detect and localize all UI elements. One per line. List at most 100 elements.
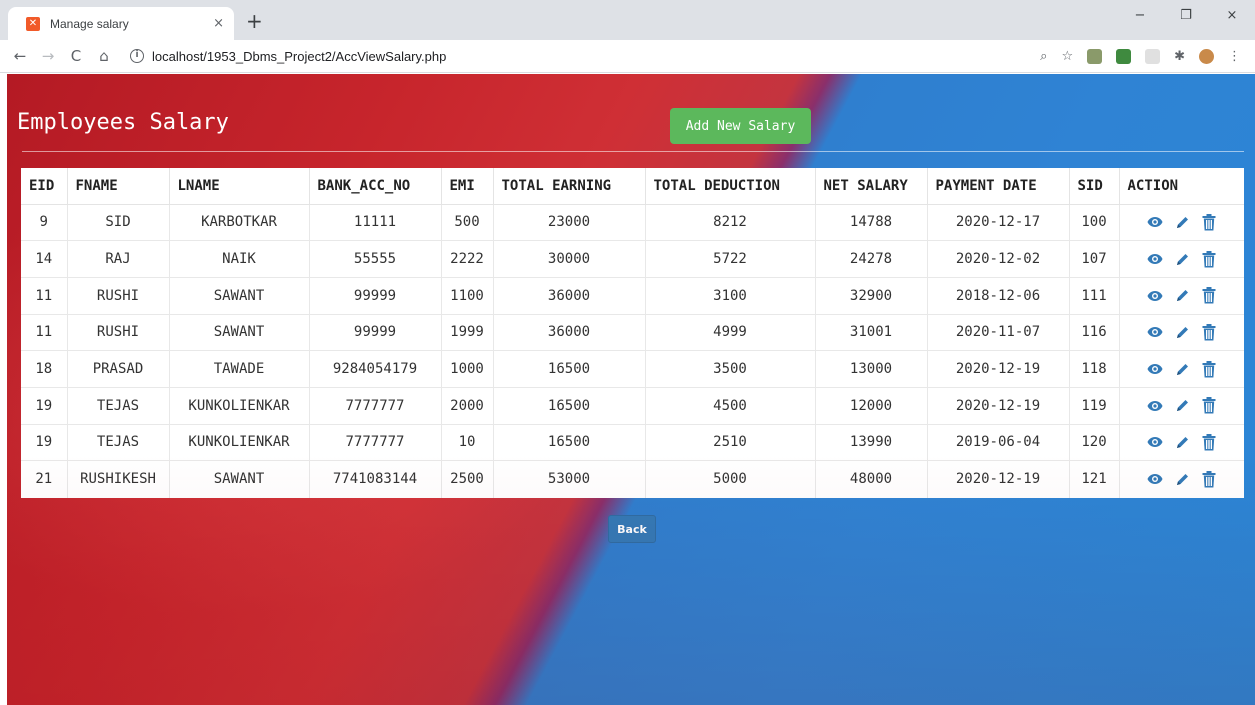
- delete-trash-icon[interactable]: [1202, 250, 1216, 268]
- table-cell: 11: [21, 276, 68, 315]
- table-cell: 2000: [441, 386, 494, 425]
- table-cell: 16500: [493, 423, 646, 461]
- edit-pencil-icon[interactable]: [1175, 215, 1190, 230]
- table-cell: 2020-12-17: [927, 203, 1070, 241]
- tab-title: Manage salary: [50, 16, 129, 31]
- table-cell: 48000: [815, 460, 928, 498]
- add-new-salary-button[interactable]: Add New Salary: [670, 108, 811, 144]
- table-cell: 1100: [441, 276, 494, 315]
- edit-pencil-icon[interactable]: [1175, 288, 1190, 303]
- table-cell: 9284054179: [309, 350, 442, 388]
- view-eye-icon[interactable]: [1147, 326, 1163, 338]
- table-cell: 13000: [815, 350, 928, 388]
- view-eye-icon[interactable]: [1147, 436, 1163, 448]
- divider: [22, 151, 1244, 152]
- page-title: Employees Salary: [17, 110, 229, 135]
- table-row: 21 RUSHIKESH SAWANT 7741083144 2500 53000 5000…: [21, 460, 1244, 498]
- edit-pencil-icon[interactable]: [1175, 252, 1190, 267]
- column-header: EMI: [441, 168, 494, 205]
- table-cell: 18: [21, 350, 68, 388]
- table-cell: 116: [1069, 313, 1120, 351]
- delete-trash-icon[interactable]: [1202, 360, 1216, 378]
- delete-trash-icon[interactable]: [1202, 323, 1216, 341]
- table-cell: 30000: [493, 240, 646, 278]
- table-cell: 2019-06-04: [927, 423, 1070, 461]
- extension-tree-icon[interactable]: [1116, 49, 1132, 64]
- table-cell: 14: [21, 240, 68, 278]
- delete-trash-icon[interactable]: [1202, 470, 1216, 488]
- view-eye-icon[interactable]: [1147, 216, 1163, 228]
- table-cell: 53000: [493, 460, 646, 498]
- table-cell: 19: [21, 386, 68, 425]
- column-header: LNAME: [169, 168, 310, 205]
- table-cell: 10: [441, 423, 494, 461]
- close-window-button[interactable]: ×: [1209, 0, 1255, 30]
- table-cell: RUSHI: [67, 313, 170, 351]
- reload-button[interactable]: C: [64, 47, 88, 65]
- table-cell: 55555: [309, 240, 442, 278]
- table-cell: 21: [21, 460, 68, 498]
- bookmark-star-icon[interactable]: ☆: [1061, 49, 1073, 64]
- home-button[interactable]: ⌂: [92, 47, 116, 65]
- table-row: 9 SID KARBOTKAR 11111 500 23000 8212 14788 2020-…: [21, 203, 1244, 241]
- table-cell: 2020-12-02: [927, 240, 1070, 278]
- address-bar[interactable]: i localhost/1953_Dbms_Project2/AccViewSa…: [130, 43, 1030, 69]
- table-cell: 7777777: [309, 386, 442, 425]
- view-eye-icon[interactable]: [1147, 400, 1163, 412]
- table-cell: TEJAS: [67, 423, 170, 461]
- table-cell: 5000: [645, 460, 816, 498]
- profile-avatar[interactable]: [1199, 49, 1214, 64]
- column-header: TOTAL EARNING: [493, 168, 646, 205]
- table-cell: 118: [1069, 350, 1120, 388]
- table-cell: 8212: [645, 203, 816, 241]
- url-text[interactable]: localhost/1953_Dbms_Project2/AccViewSala…: [152, 49, 446, 64]
- delete-trash-icon[interactable]: [1202, 213, 1216, 231]
- table-cell: 12000: [815, 386, 928, 425]
- table-cell: 3500: [645, 350, 816, 388]
- restore-button[interactable]: ❐: [1163, 0, 1209, 30]
- table-cell: 111: [1069, 276, 1120, 315]
- back-button[interactable]: Back: [608, 515, 656, 543]
- table-cell: 2222: [441, 240, 494, 278]
- extension-blank-icon[interactable]: [1145, 49, 1161, 64]
- view-eye-icon[interactable]: [1147, 363, 1163, 375]
- forward-nav-button[interactable]: →: [36, 47, 60, 65]
- view-eye-icon[interactable]: [1147, 290, 1163, 302]
- edit-pencil-icon[interactable]: [1175, 398, 1190, 413]
- delete-trash-icon[interactable]: [1202, 287, 1216, 304]
- edit-pencil-icon[interactable]: [1175, 435, 1190, 450]
- table-cell: 1999: [441, 313, 494, 351]
- view-eye-icon[interactable]: [1147, 253, 1163, 265]
- edit-pencil-icon[interactable]: [1175, 325, 1190, 340]
- table-cell: 3100: [645, 276, 816, 315]
- new-tab-button[interactable]: +: [246, 9, 263, 33]
- back-nav-button[interactable]: ←: [8, 47, 32, 65]
- view-eye-icon[interactable]: [1147, 473, 1163, 485]
- table-row: 14 RAJ NAIK 55555 2222 30000 5722 24278 2020-12-…: [21, 240, 1244, 278]
- table-cell: 32900: [815, 276, 928, 315]
- extensions-area: ⌕ ☆ ✱ ⋮: [1040, 40, 1241, 73]
- extensions-puzzle-icon[interactable]: ✱: [1174, 49, 1185, 64]
- page-viewport: Employees Salary Add New Salary EID FNAME…: [7, 74, 1255, 705]
- table-cell: KARBOTKAR: [169, 203, 310, 241]
- table-cell: SAWANT: [169, 460, 310, 498]
- site-info-icon[interactable]: i: [130, 49, 144, 63]
- minimize-button[interactable]: −: [1117, 0, 1163, 30]
- browser-toolbar: ← → C ⌂ i localhost/1953_Dbms_Project2/A…: [0, 40, 1255, 73]
- zoom-icon[interactable]: ⌕: [1040, 49, 1047, 64]
- table-cell: 2018-12-06: [927, 276, 1070, 315]
- table-cell: RUSHIKESH: [67, 460, 170, 498]
- menu-kebab-icon[interactable]: ⋮: [1228, 49, 1241, 64]
- edit-pencil-icon[interactable]: [1175, 362, 1190, 377]
- table-cell: 36000: [493, 313, 646, 351]
- table-cell: RUSHI: [67, 276, 170, 315]
- edit-pencil-icon[interactable]: [1175, 472, 1190, 487]
- table-cell: 4999: [645, 313, 816, 351]
- delete-trash-icon[interactable]: [1202, 397, 1216, 414]
- delete-trash-icon[interactable]: [1202, 433, 1216, 451]
- browser-tab[interactable]: ✕ Manage salary ×: [8, 7, 234, 40]
- action-cell: [1119, 350, 1244, 388]
- table-cell: 9: [21, 203, 68, 241]
- tab-close-icon[interactable]: ×: [213, 16, 224, 31]
- extension-icon[interactable]: [1087, 49, 1103, 64]
